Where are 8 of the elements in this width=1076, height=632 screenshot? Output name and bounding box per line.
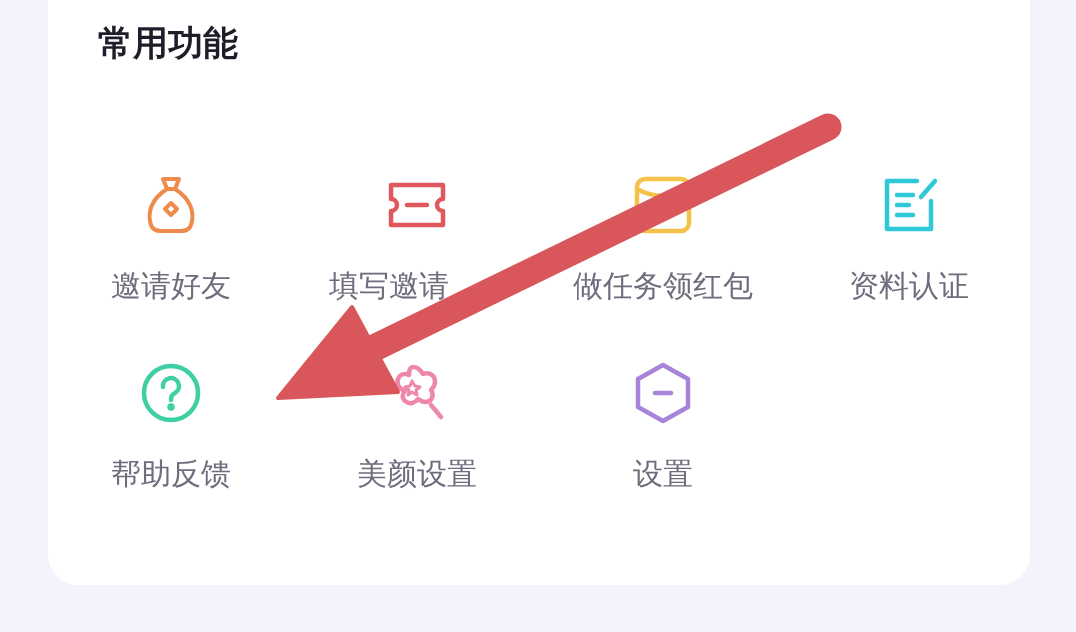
feature-label[interactable]: 填写邀请: [329, 265, 449, 307]
feature-label[interactable]: 资料认证: [849, 265, 969, 307]
section-title: 常用功能: [98, 22, 239, 65]
feature-label[interactable]: 做任务领红包: [573, 265, 753, 307]
feature-label[interactable]: 设置: [633, 453, 693, 495]
feature-label[interactable]: 美颜设置: [357, 453, 477, 495]
feature-label[interactable]: 邀请好友: [111, 265, 231, 307]
feature-label[interactable]: 帮助反馈: [111, 453, 231, 495]
